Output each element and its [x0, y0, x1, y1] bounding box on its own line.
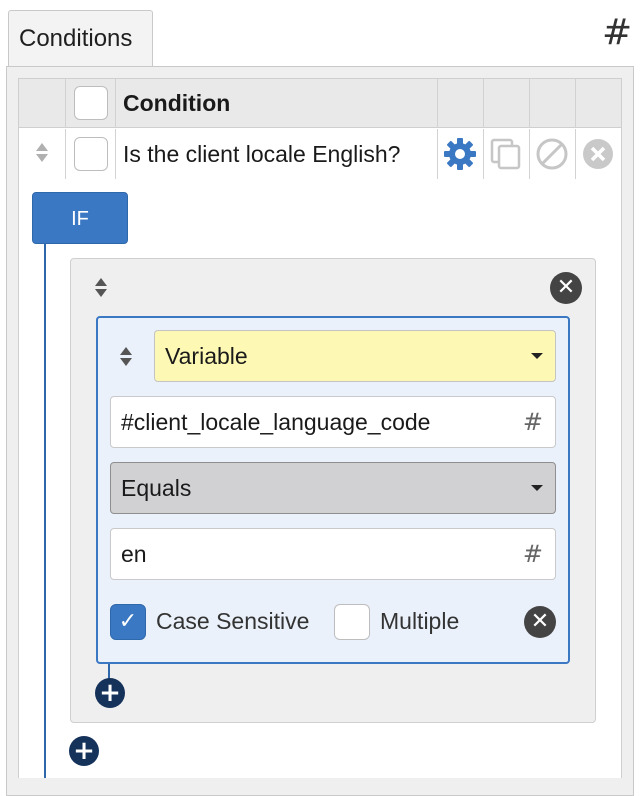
add-condition-icon[interactable]: +	[95, 678, 125, 708]
tab-conditions[interactable]: Conditions	[8, 10, 153, 66]
condition-card: Variable #client_locale_language_code # …	[96, 316, 570, 664]
hash-icon[interactable]: #	[602, 12, 632, 53]
variable-value: #client_locale_language_code	[121, 409, 431, 435]
gear-icon[interactable]	[443, 137, 477, 171]
close-condition-icon[interactable]: ✕	[524, 606, 556, 638]
case-sensitive-label: Case Sensitive	[156, 608, 310, 634]
drag-handle-icon[interactable]	[36, 143, 50, 165]
copy-icon[interactable]	[489, 137, 523, 171]
row-checkbox[interactable]	[74, 137, 108, 171]
table-row[interactable]: Is the client locale English?	[19, 129, 621, 179]
condition-type-value: Variable	[165, 343, 248, 369]
select-all-checkbox[interactable]	[74, 86, 108, 120]
value-text: en	[121, 541, 147, 567]
condition-type-select[interactable]: Variable	[154, 330, 556, 382]
drag-handle-icon[interactable]	[95, 278, 109, 300]
hash-icon[interactable]: #	[523, 529, 543, 579]
disable-icon[interactable]	[535, 137, 569, 171]
chevron-down-icon	[531, 353, 543, 359]
if-block-label[interactable]: IF	[32, 192, 128, 244]
add-group-icon[interactable]: +	[69, 736, 99, 766]
column-header-condition[interactable]: Condition	[123, 79, 230, 128]
variable-input[interactable]: #client_locale_language_code #	[110, 396, 556, 448]
delete-icon[interactable]	[581, 137, 615, 171]
tree-line	[44, 244, 46, 778]
operator-value: Equals	[121, 475, 192, 501]
operator-select[interactable]: Equals	[110, 462, 556, 514]
drag-handle-icon[interactable]	[120, 347, 134, 369]
multiple-checkbox[interactable]	[334, 604, 370, 640]
value-input[interactable]: en #	[110, 528, 556, 580]
close-group-icon[interactable]: ✕	[550, 272, 582, 304]
condition-name[interactable]: Is the client locale English?	[123, 129, 400, 179]
hash-icon[interactable]: #	[523, 397, 543, 447]
grid-header: Condition	[19, 79, 621, 128]
case-sensitive-checkbox[interactable]: ✓	[110, 604, 146, 640]
multiple-label: Multiple	[380, 608, 460, 634]
conditions-grid: Condition Is the client locale English?	[18, 78, 622, 179]
chevron-down-icon	[531, 485, 543, 491]
